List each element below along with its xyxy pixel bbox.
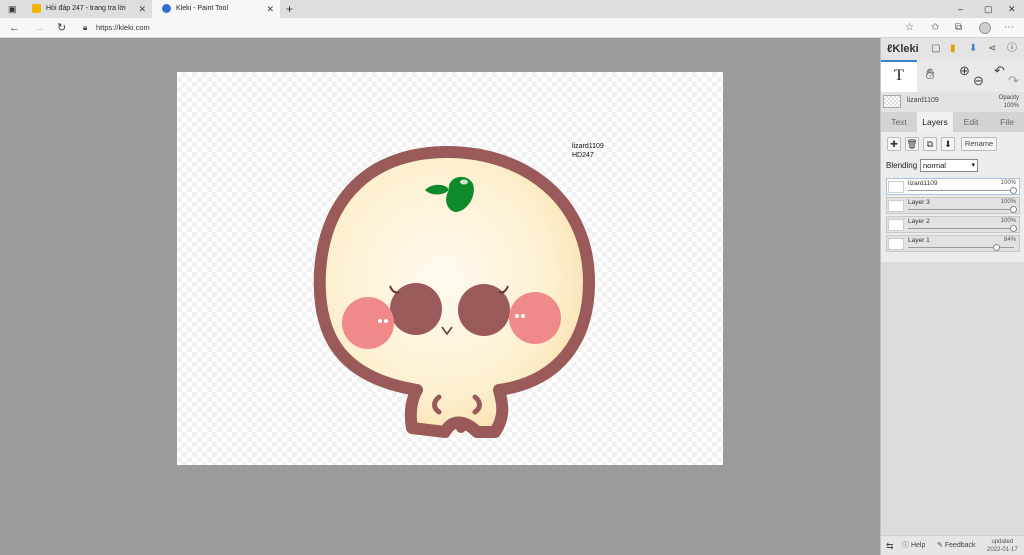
layer-item[interactable]: Layer 3 100% xyxy=(886,197,1020,214)
add-layer-icon[interactable]: ✚ xyxy=(887,137,901,151)
tab-title: Hỏi đáp 247 - trang tra lời xyxy=(46,5,126,12)
opacity-knob[interactable] xyxy=(1010,187,1017,194)
updated-info[interactable]: updated 2022-01-17 xyxy=(987,538,1018,554)
text-tool-button[interactable]: T xyxy=(881,60,917,92)
swap-sides-icon[interactable]: ⇆ xyxy=(886,540,894,552)
blending-label: Blending xyxy=(886,161,918,170)
opacity-knob[interactable] xyxy=(1010,225,1017,232)
close-icon[interactable]: ✕ xyxy=(138,0,146,18)
hand-tool-icon[interactable]: ✋︎ xyxy=(926,66,935,83)
layer-item[interactable]: lizard1109 100% xyxy=(886,178,1020,195)
layer-thumbnail xyxy=(888,200,904,212)
kleki-side-panel: ℓKleki ▢ ▮ ⬇ ⋖ ⓘ T ✋︎ ⊕ ⊖ ↶ ↷ lizard1109… xyxy=(880,38,1024,555)
browser-tab-bar: ▣ Hỏi đáp 247 - trang tra lời ✕ Kleki - … xyxy=(0,0,1024,18)
feedback-link[interactable]: ✎ Feedback xyxy=(937,540,976,552)
kleki-logo: ℓKleki xyxy=(887,43,919,55)
undo-icon[interactable]: ↶ xyxy=(994,63,1005,79)
address-bar: ← → ↻ 🔒︎ https://kleki.com ☆ ✩ ⧉ ⋯ xyxy=(0,18,1024,38)
minimize-button[interactable]: – xyxy=(958,0,963,18)
back-arrow-icon[interactable]: ← xyxy=(9,20,20,36)
tab-file[interactable]: File xyxy=(989,112,1024,132)
canvas-text-name: lizard1109 xyxy=(572,143,604,150)
layer-name: Layer 1 xyxy=(908,237,930,244)
tab-title: Kleki - Paint Tool xyxy=(176,5,229,12)
more-menu-icon[interactable]: ⋯ xyxy=(1004,20,1014,36)
new-image-icon[interactable]: ▢ xyxy=(931,41,940,57)
tab-layers[interactable]: Layers xyxy=(917,112,953,132)
maximize-button[interactable]: ▢ xyxy=(984,0,993,18)
drawing-canvas[interactable]: lizard1109 HD247 xyxy=(177,72,723,465)
layers-pane: ✚ 🗑︎ ⧉ ⬇ Rename Blending normal ▾ lizard1… xyxy=(881,132,1024,262)
layer-thumbnail xyxy=(888,181,904,193)
tab-actions-icon[interactable]: ▣ xyxy=(8,0,17,18)
tab-edit[interactable]: Edit xyxy=(953,112,989,132)
kleki-favicon-icon xyxy=(162,4,171,13)
new-tab-button[interactable]: + xyxy=(286,0,293,18)
blending-select[interactable]: normal ▾ xyxy=(920,159,978,172)
tab-hoidap[interactable]: Hỏi đáp 247 - trang tra lời ✕ xyxy=(22,0,152,18)
brush-thumbnail[interactable] xyxy=(883,95,901,108)
layer-name: Layer 3 xyxy=(908,199,930,206)
layer-thumbnail xyxy=(888,219,904,231)
layer-item[interactable]: Layer 2 100% xyxy=(886,216,1020,233)
panel-top-bar: ℓKleki ▢ ▮ ⬇ ⋖ ⓘ xyxy=(881,38,1024,60)
collections-icon[interactable]: ⧉ xyxy=(955,20,962,36)
tool-row: T ✋︎ ⊕ ⊖ ↶ ↷ xyxy=(881,60,1024,92)
opacity-readout: Opacity 100% xyxy=(998,95,1019,109)
duplicate-layer-icon[interactable]: ⧉ xyxy=(923,137,937,151)
layer-opacity-slider[interactable] xyxy=(908,209,1014,210)
share-icon[interactable]: ⋖ xyxy=(988,41,996,57)
layer-item[interactable]: Layer 1 84% xyxy=(886,235,1020,252)
add-favorite-icon[interactable]: ☆ xyxy=(905,20,914,36)
brush-name: lizard1109 xyxy=(907,97,939,104)
opacity-knob[interactable] xyxy=(993,244,1001,251)
merge-layer-icon[interactable]: ⬇ xyxy=(941,137,955,151)
close-window-button[interactable]: ✕ xyxy=(1008,0,1016,18)
tab-kleki[interactable]: Kleki - Paint Tool ✕ xyxy=(152,0,280,18)
panel-bottom-bar: ⇆ ⓘ Help ✎ Feedback updated 2022-01-17 xyxy=(881,535,1024,555)
canvas-text-tag: HD247 xyxy=(572,152,594,159)
right-cheek xyxy=(509,292,561,344)
forward-arrow-icon[interactable]: → xyxy=(34,20,45,36)
left-cheek xyxy=(342,297,394,349)
layer-opacity-slider[interactable] xyxy=(908,228,1014,229)
help-icon[interactable]: ⓘ xyxy=(1007,41,1017,57)
zoom-out-icon[interactable]: ⊖ xyxy=(973,73,984,89)
close-icon[interactable]: ✕ xyxy=(266,0,274,18)
layer-opacity-slider[interactable] xyxy=(908,190,1014,191)
lock-icon[interactable]: 🔒︎ xyxy=(83,20,87,36)
left-eye xyxy=(390,283,442,335)
layer-name: Layer 2 xyxy=(908,218,930,225)
chevron-down-icon: ▾ xyxy=(971,162,975,169)
opacity-knob[interactable] xyxy=(1010,206,1017,213)
layer-opacity: 84% xyxy=(1003,237,1016,243)
help-link[interactable]: ⓘ Help xyxy=(902,540,925,552)
tab-text[interactable]: Text xyxy=(881,112,917,132)
rename-button[interactable]: Rename xyxy=(961,137,997,151)
hoidap-favicon-icon xyxy=(32,4,41,13)
layer-name: lizard1109 xyxy=(908,180,938,187)
redo-icon[interactable]: ↷ xyxy=(1008,73,1019,89)
character-drawing xyxy=(313,146,595,438)
zoom-in-icon[interactable]: ⊕ xyxy=(959,63,970,79)
refresh-icon[interactable]: ↻ xyxy=(57,20,66,36)
profile-avatar[interactable] xyxy=(979,22,991,34)
favorites-icon[interactable]: ✩ xyxy=(931,20,939,36)
panel-tabs: Text Layers Edit File xyxy=(881,112,1024,132)
url-input[interactable]: https://kleki.com xyxy=(96,20,150,36)
brush-row: lizard1109 Opacity 100% xyxy=(881,92,1024,112)
delete-layer-icon[interactable]: 🗑︎ xyxy=(905,137,919,151)
save-icon[interactable]: ▮ xyxy=(950,41,956,57)
download-icon[interactable]: ⬇ xyxy=(969,41,977,57)
layer-thumbnail xyxy=(888,238,904,250)
